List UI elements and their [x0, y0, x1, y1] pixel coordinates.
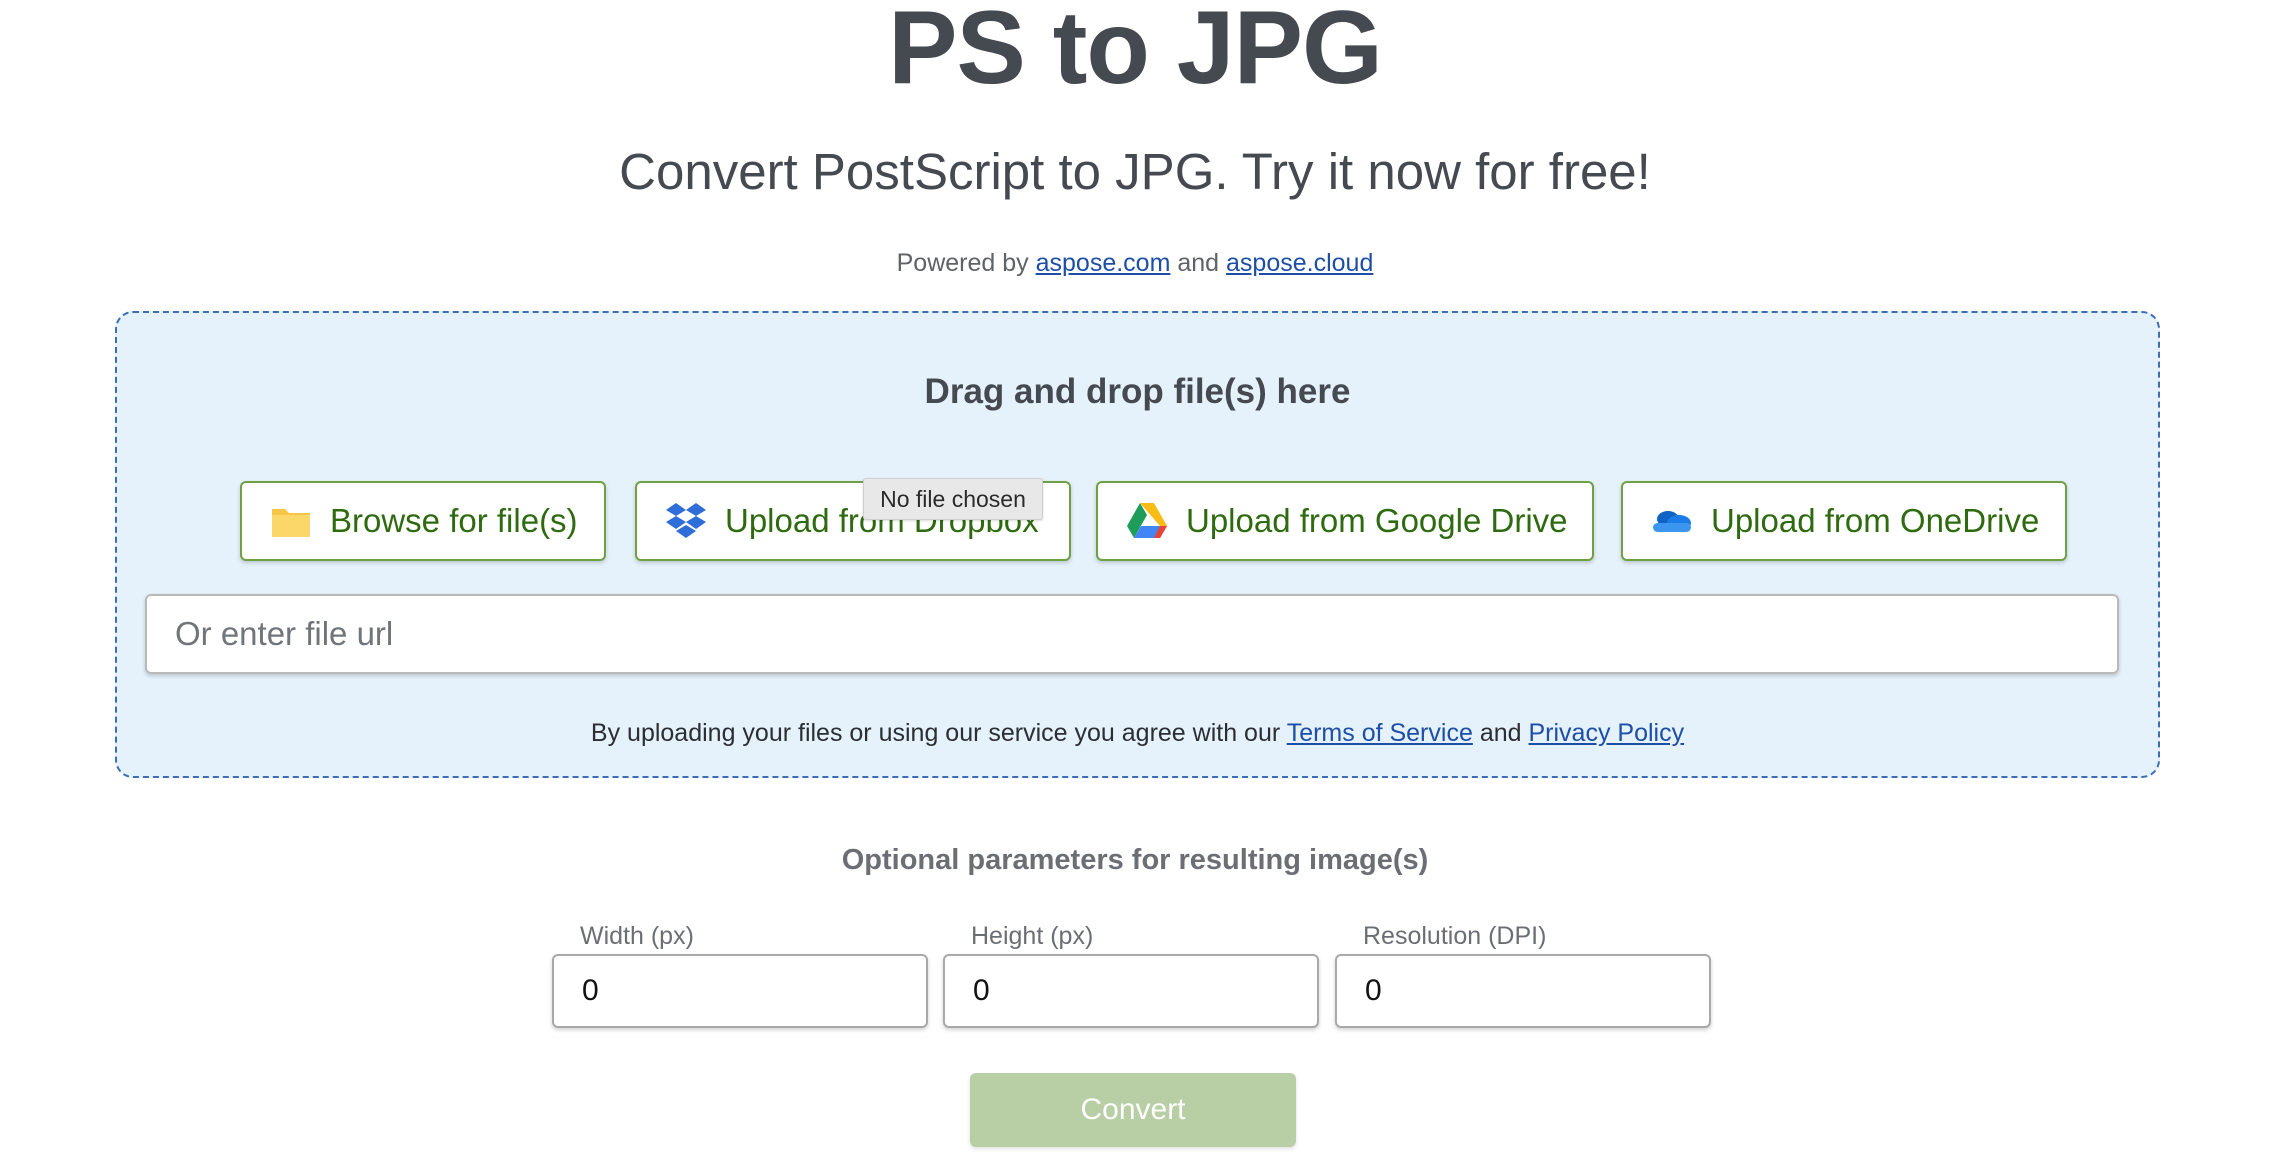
terms-of-service-link[interactable]: Terms of Service: [1287, 719, 1473, 747]
page: PS to JPG Convert PostScript to JPG. Try…: [0, 0, 2270, 1152]
terms-notice: By uploading your files or using our ser…: [117, 717, 2158, 749]
width-input[interactable]: [552, 954, 928, 1028]
terms-and: and: [1479, 719, 1522, 747]
onedrive-upload-button[interactable]: Upload from OneDrive: [1621, 481, 2067, 561]
no-file-chosen-tooltip: No file chosen: [863, 478, 1043, 520]
terms-prefix: By uploading your files or using our ser…: [590, 719, 1281, 747]
powered-by-and: and: [1177, 249, 1220, 277]
onedrive-icon: [1651, 500, 1693, 542]
convert-button[interactable]: Convert: [970, 1073, 1296, 1147]
powered-by: Powered by aspose.com and aspose.cloud: [0, 248, 2270, 278]
height-input[interactable]: [943, 954, 1319, 1028]
optional-params-heading: Optional parameters for resulting image(…: [841, 844, 1429, 876]
page-title: PS to JPG: [888, 0, 1383, 106]
width-label: Width (px): [580, 922, 694, 950]
onedrive-upload-label: Upload from OneDrive: [1711, 502, 2040, 539]
browse-files-label: Browse for file(s): [330, 502, 578, 539]
height-label: Height (px): [971, 922, 1094, 950]
resolution-input[interactable]: [1335, 954, 1711, 1028]
upload-dropzone[interactable]: Drag and drop file(s) here Browse for fi…: [115, 311, 2160, 778]
file-url-input[interactable]: [145, 594, 2119, 674]
dropbox-icon: [665, 500, 707, 542]
privacy-policy-link[interactable]: Privacy Policy: [1528, 719, 1684, 747]
powered-by-prefix: Powered by: [896, 249, 1029, 277]
folder-icon: [270, 500, 312, 542]
browse-files-button[interactable]: Browse for file(s): [240, 481, 606, 561]
google-drive-icon: [1126, 500, 1168, 542]
aspose-cloud-link[interactable]: aspose.cloud: [1226, 249, 1373, 277]
aspose-com-link[interactable]: aspose.com: [1036, 249, 1171, 277]
google-drive-upload-label: Upload from Google Drive: [1186, 502, 1568, 539]
page-subtitle: Convert PostScript to JPG. Try it now fo…: [619, 143, 1651, 200]
resolution-label: Resolution (DPI): [1363, 922, 1547, 950]
google-drive-upload-button[interactable]: Upload from Google Drive: [1096, 481, 1594, 561]
drag-drop-label: Drag and drop file(s) here: [924, 372, 1351, 411]
